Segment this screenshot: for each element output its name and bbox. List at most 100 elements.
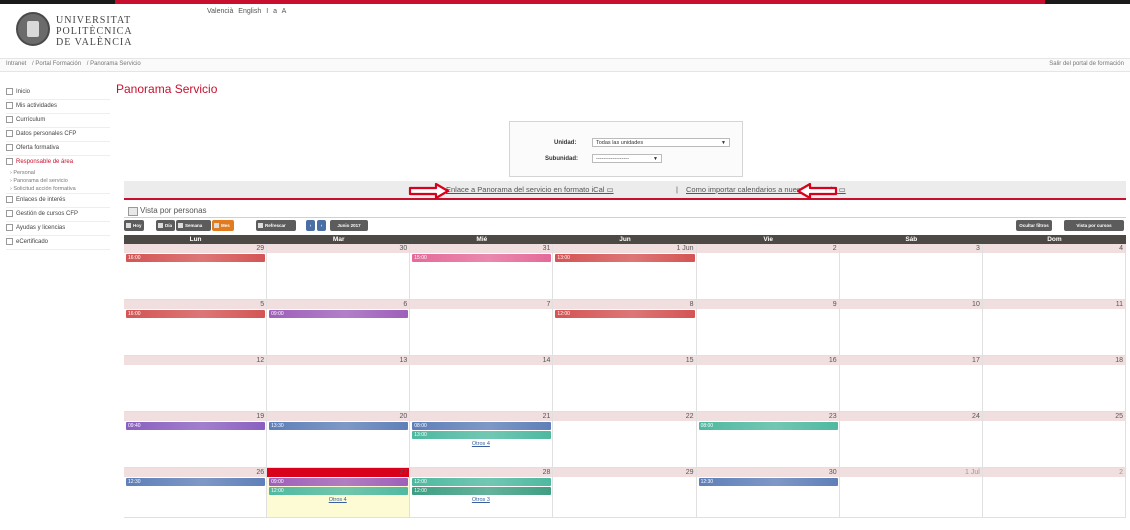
external-link-icon: ▭	[606, 185, 614, 194]
calendar-day-cell[interactable]: 15	[553, 356, 697, 412]
lang-english[interactable]: English	[238, 8, 261, 15]
calendar-event[interactable]: 13:00	[555, 254, 695, 262]
calendar-day-cell[interactable]: 12	[124, 356, 268, 412]
calendar-day-cell[interactable]: 8	[553, 300, 697, 356]
day-number: 1 Jul	[965, 469, 980, 476]
calendar-day-cell[interactable]: 19	[124, 412, 268, 468]
sidebar: Inicio Mis actividades Currículum Datos …	[6, 86, 110, 250]
calendar-event[interactable]: 13:00	[412, 431, 552, 439]
calendar-day-cell[interactable]: 31	[410, 244, 554, 300]
sidebar-subitem-panorama[interactable]: › Panorama del servicio	[6, 177, 110, 185]
font-size-large[interactable]: A	[282, 8, 287, 15]
calendar-day-cell[interactable]: 20	[267, 412, 411, 468]
day-number: 21	[542, 413, 551, 420]
calendar-event[interactable]: 08:00	[412, 422, 552, 430]
sidebar-item-ayudas[interactable]: Ayudas y licencias	[6, 222, 110, 236]
calendar-event[interactable]: 12:30	[698, 478, 838, 486]
breadcrumb-intranet[interactable]: Intranet	[6, 61, 26, 67]
calendar-day-cell[interactable]: 1 Jun	[553, 244, 697, 300]
calendar-day-cell[interactable]: 18	[982, 356, 1126, 412]
unidad-select-value: Todas las unidades	[596, 140, 644, 146]
calendar-event[interactable]: 16:00	[126, 310, 266, 318]
sidebar-item-curriculum[interactable]: Currículum	[6, 114, 110, 128]
sidebar-item-datos-personales[interactable]: Datos personales CFP	[6, 128, 110, 142]
calendar-day-cell[interactable]: 30	[267, 244, 411, 300]
refrescar-button[interactable]: Refrescar	[256, 220, 296, 231]
next-month-button[interactable]: ›	[317, 220, 326, 231]
calendar-day-cell[interactable]: 30	[696, 468, 840, 518]
calendar-day-cell[interactable]: 4	[982, 244, 1126, 300]
calendar-day-cell[interactable]: 16	[696, 356, 840, 412]
calendar-event[interactable]: 09:00	[269, 478, 409, 486]
sidebar-subitem-solicitud[interactable]: › Solicitud acción formativa	[6, 185, 110, 194]
font-size-small[interactable]: a	[273, 8, 277, 15]
university-logo[interactable]: UNIVERSITAT POLITÈCNICA DE VALÈNCIA	[16, 8, 136, 52]
calendar-day-cell[interactable]: 5	[124, 300, 268, 356]
prev-month-button[interactable]: ‹	[306, 220, 315, 231]
calendar-day-cell[interactable]: 1 Jul	[839, 468, 983, 518]
calendar-event[interactable]: 12:00	[412, 487, 552, 495]
calendar-day-cell[interactable]: 2	[982, 468, 1126, 518]
day-number: 23	[828, 413, 837, 420]
top-bar-dark-left	[0, 0, 115, 4]
calendar-event[interactable]: 09:40	[126, 422, 266, 430]
more-events-link[interactable]: Otros 3	[472, 497, 490, 503]
calendar-day-cell[interactable]: 13	[267, 356, 411, 412]
calendar-day-cell[interactable]: 24	[839, 412, 983, 468]
calendar-day-cell[interactable]: 3	[839, 244, 983, 300]
sidebar-item-inicio[interactable]: Inicio	[6, 86, 110, 100]
vista-cursos-button[interactable]: Vista por cursos	[1064, 220, 1124, 231]
ical-link[interactable]: Enlace a Panorama del servicio en format…	[446, 185, 614, 194]
sidebar-subitem-personal[interactable]: › Personal	[6, 169, 110, 177]
sidebar-item-mis-actividades[interactable]: Mis actividades	[6, 100, 110, 114]
calendar-event[interactable]: 12:00	[555, 310, 695, 318]
more-events-link[interactable]: Otros 4	[472, 441, 490, 447]
calendar-day-cell[interactable]: 23	[696, 412, 840, 468]
calendar-event[interactable]: 12:30	[126, 478, 266, 486]
calendar-event[interactable]: 09:00	[269, 310, 409, 318]
unidad-select[interactable]: Todas las unidades ▼	[592, 138, 730, 147]
calendar-day-cell[interactable]: 25	[982, 412, 1126, 468]
calendar-day-cell[interactable]: 2	[696, 244, 840, 300]
hoy-button[interactable]: Hoy	[124, 220, 144, 231]
day-header-0: Lun	[189, 236, 202, 243]
calendar-day-cell[interactable]: 10	[839, 300, 983, 356]
calendar-day-cell[interactable]: 26	[124, 468, 268, 518]
day-number-strip	[696, 356, 839, 365]
exit-portal-link[interactable]: Salir del portal de formación	[1049, 61, 1124, 67]
calendar-day-cell[interactable]: 7	[410, 300, 554, 356]
top-bar-red	[115, 0, 1045, 4]
calendar-event[interactable]: 08:00	[698, 422, 838, 430]
more-events-link[interactable]: Otros 4	[329, 497, 347, 503]
calendar-day-cell[interactable]: 14	[410, 356, 554, 412]
calendar-event[interactable]: 12:00	[269, 487, 409, 495]
sidebar-item-enlaces[interactable]: Enlaces de interés	[6, 194, 110, 208]
sidebar-item-oferta-formativa[interactable]: Oferta formativa	[6, 142, 110, 156]
mes-button[interactable]: Mes	[212, 220, 234, 231]
calendar-day-cell[interactable]: 11	[982, 300, 1126, 356]
calendar-event[interactable]: 12:00	[412, 478, 552, 486]
calendar-day-cell[interactable]: 6	[267, 300, 411, 356]
vista-title: Vista por personas	[140, 206, 207, 215]
calendar-day-cell[interactable]: 17	[839, 356, 983, 412]
day-number: 1 Jun	[676, 245, 694, 252]
semana-button[interactable]: Semana	[176, 220, 211, 231]
calendar-day-cell[interactable]: 29	[553, 468, 697, 518]
lang-valencia[interactable]: Valencià	[207, 8, 233, 15]
sidebar-item-responsable-area[interactable]: Responsable de área	[6, 156, 110, 169]
sidebar-item-gestion-cursos[interactable]: Gestión de cursos CFP	[6, 208, 110, 222]
day-number-strip	[982, 468, 1125, 477]
sidebar-item-ecertificado[interactable]: eCertificado	[6, 236, 110, 250]
calendar-event[interactable]: 13:30	[269, 422, 409, 430]
breadcrumb-portal[interactable]: / Portal Formación	[32, 61, 81, 67]
dia-button[interactable]: Día	[156, 220, 175, 231]
calendar-day-cell[interactable]: 22	[553, 412, 697, 468]
calendar-event[interactable]: 15:00	[412, 254, 552, 262]
calendar-day-cell[interactable]: 29	[124, 244, 268, 300]
calendar-event[interactable]: 16:00	[126, 254, 266, 262]
calendar-day-cell[interactable]: 21	[410, 412, 554, 468]
subunidad-select[interactable]: ------------------ ▼	[592, 154, 662, 163]
ocultar-filtros-button[interactable]: Ocultar filtros	[1016, 220, 1052, 231]
calendar-day-cell[interactable]: 9	[696, 300, 840, 356]
dia-label: Día	[165, 223, 173, 228]
